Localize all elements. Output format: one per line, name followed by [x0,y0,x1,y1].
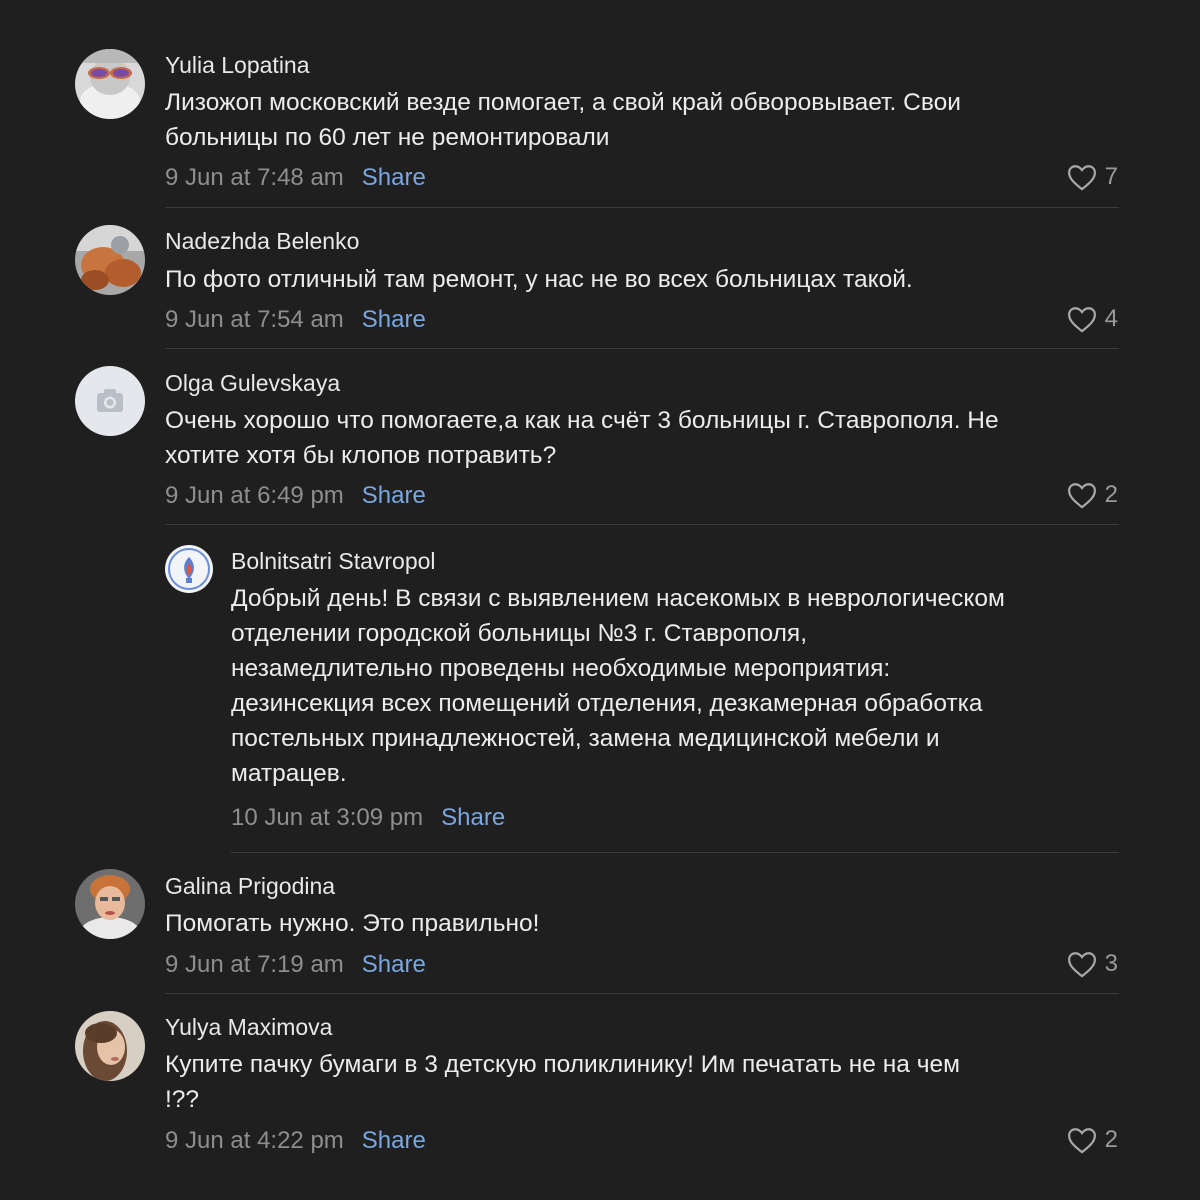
comment-author[interactable]: Olga Gulevskaya [165,370,340,397]
comment-author[interactable]: Nadezhda Belenko [165,228,359,255]
comment-text-line: матрацев. [231,760,347,787]
comment-author[interactable]: Yulia Lopatina [165,52,310,79]
heart-icon [1067,164,1096,191]
like-count: 2 [1104,481,1118,508]
comment-meta: 9 Jun at 7:48 am Share [165,164,426,192]
comment-divider [165,993,1119,994]
comment-text: По фото отличный там ремонт, у нас не во… [165,262,1125,297]
comment-text-line: Помогать нужно. Это правильно! [165,910,540,937]
like-count: 2 [1104,1126,1118,1153]
like-count: 3 [1104,950,1118,977]
comment-text-line: По фото отличный там ремонт, у нас не во… [165,266,913,293]
comment-timestamp[interactable]: 9 Jun at 7:19 am [165,951,344,979]
like-button[interactable]: 3 [1067,950,1118,978]
comment-divider [231,852,1119,853]
comment-divider [165,348,1119,349]
comment-author[interactable]: Yulya Maximova [165,1014,332,1041]
comment-text: Помогать нужно. Это правильно! [165,906,1125,941]
like-button[interactable]: 2 [1067,481,1118,509]
comment-timestamp[interactable]: 9 Jun at 4:22 pm [165,1127,344,1155]
like-count: 7 [1104,163,1118,190]
comment-text-line: хотите хотя бы клопов потравить? [165,442,557,469]
comment-text-line: Лизожоп московский везде помогает, а сво… [165,89,961,116]
comment-text: Очень хорошо что помогаете,а как на счёт… [165,403,1125,473]
comment-timestamp[interactable]: 9 Jun at 6:49 pm [165,482,344,510]
comment-text-line: Очень хорошо что помогаете,а как на счёт… [165,407,999,434]
comment-timestamp[interactable]: 9 Jun at 7:54 am [165,306,344,334]
like-button[interactable]: 7 [1067,163,1118,191]
heart-icon [1067,482,1096,509]
comment-text-line: !?? [165,1086,200,1113]
comment-text: Лизожоп московский везде помогает, а сво… [165,85,1125,155]
comment-text-line: Купите пачку бумаги в 3 детскую поликлин… [165,1051,960,1078]
share-button[interactable]: Share [362,1127,426,1155]
comment-meta: 10 Jun at 3:09 pm Share [231,804,505,832]
comment-text: Добрый день! В связи с выявлением насеко… [231,581,1131,791]
comment-text-line: незамедлительно проведены необходимые ме… [231,655,891,682]
avatar[interactable] [165,545,213,593]
share-button[interactable]: Share [441,804,505,832]
comment-text-line: отделении городской больницы №3 г. Ставр… [231,620,808,647]
like-button[interactable]: 2 [1067,1126,1118,1154]
share-button[interactable]: Share [362,306,426,334]
like-button[interactable]: 4 [1067,305,1118,333]
avatar[interactable] [75,366,145,436]
comment-text-line: постельных принадлежностей, замена медиц… [231,725,940,752]
comment-text: Купите пачку бумаги в 3 детскую поликлин… [165,1047,1125,1117]
comment-meta: 9 Jun at 6:49 pm Share [165,482,426,510]
heart-icon [1067,1127,1096,1154]
like-count: 4 [1104,305,1118,332]
comment-timestamp[interactable]: 10 Jun at 3:09 pm [231,804,423,832]
comment-timestamp[interactable]: 9 Jun at 7:48 am [165,164,344,192]
comment-author[interactable]: Bolnitsatri Stavropol [231,548,436,575]
comment-divider [165,524,1119,525]
comment-author[interactable]: Galina Prigodina [165,873,335,900]
share-button[interactable]: Share [362,482,426,510]
heart-icon [1067,951,1096,978]
comment-divider [165,207,1119,208]
comment-meta: 9 Jun at 7:19 am Share [165,951,426,979]
comment-text-line: Добрый день! В связи с выявлением насеко… [231,585,1005,612]
comment-text-line: дезинсекция всех помещений отделения, де… [231,690,983,717]
comment-meta: 9 Jun at 4:22 pm Share [165,1127,426,1155]
share-button[interactable]: Share [362,164,426,192]
comment-meta: 9 Jun at 7:54 am Share [165,306,426,334]
comment-text-line: больницы по 60 лет не ремонтировали [165,124,610,151]
avatar[interactable] [75,869,145,939]
heart-icon [1067,306,1096,333]
avatar[interactable] [75,1011,145,1081]
avatar[interactable] [75,225,145,295]
comments-feed: Yulia Lopatina Лизожоп московский везде … [0,0,1200,1200]
share-button[interactable]: Share [362,951,426,979]
avatar[interactable] [75,49,145,119]
